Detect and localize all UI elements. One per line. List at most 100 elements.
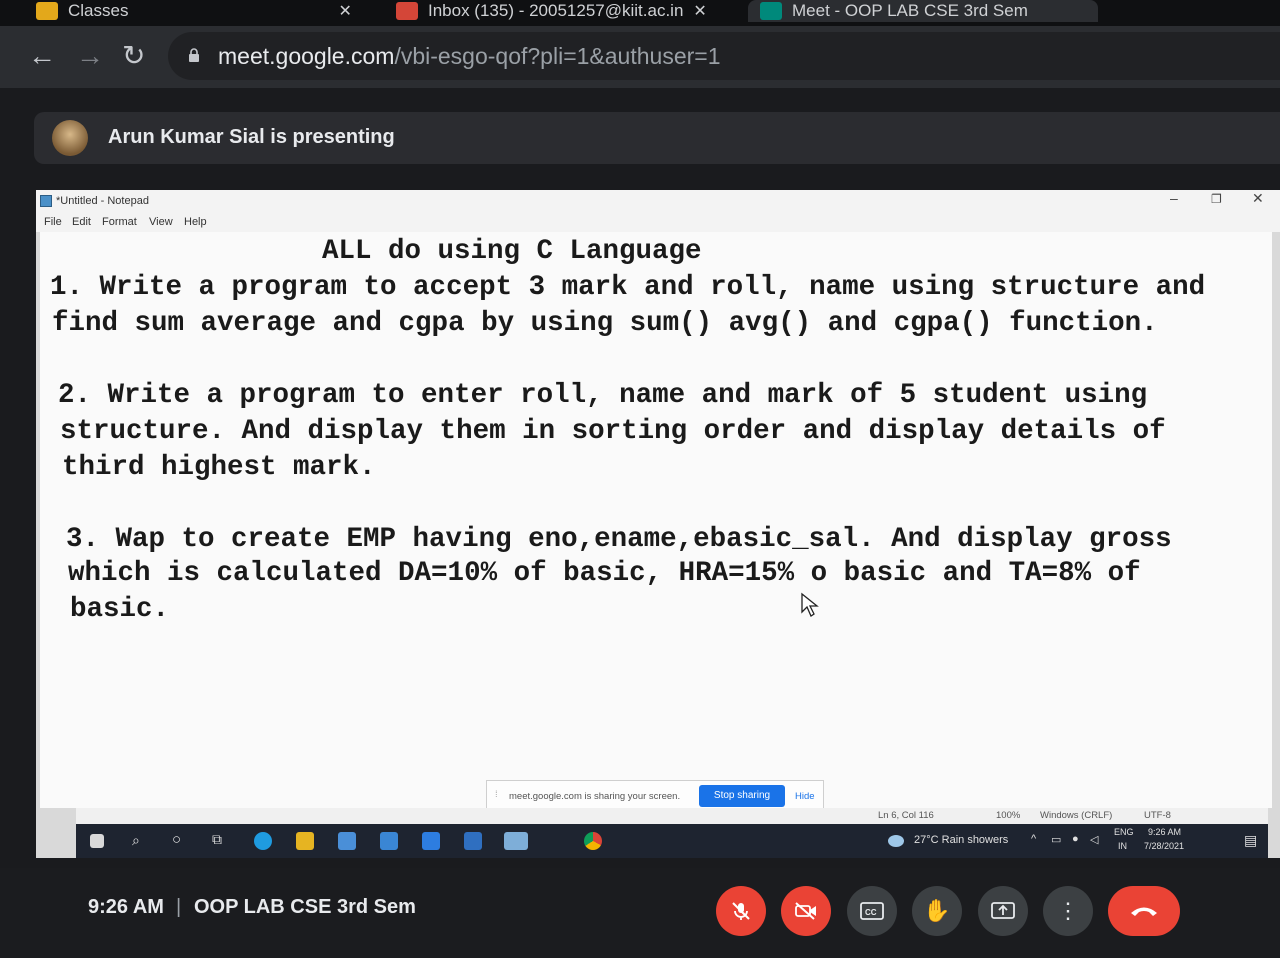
more-vert-icon: ⋮ <box>1057 898 1079 923</box>
tray-expand-icon[interactable]: ^ <box>1031 833 1036 845</box>
tab-label: Inbox (135) - 20051257@kiit.ac.in <box>428 1 684 20</box>
text-line: 3. Wap to create EMP having eno,ename,eb… <box>66 524 1172 555</box>
task-view-icon[interactable]: ⧉ <box>212 831 222 848</box>
notepad-statusbar: Ln 6, Col 116 100% Windows (CRLF) UTF-8 <box>76 808 1268 824</box>
shared-screen: *Untitled - Notepad – ❐ ✕ File Edit Form… <box>36 190 1280 858</box>
tab-meet[interactable]: Meet - OOP LAB CSE 3rd Sem <box>748 0 1098 22</box>
close-tab-icon[interactable]: ✕ <box>693 1 706 21</box>
weather-icon[interactable] <box>888 835 904 847</box>
zoom-level: 100% <box>996 810 1021 821</box>
windows-start-icon[interactable] <box>90 834 104 848</box>
search-icon[interactable]: ⌕ <box>132 832 140 849</box>
tray-time[interactable]: 9:26 AM <box>1148 827 1181 837</box>
hide-button[interactable]: Hide <box>795 791 815 802</box>
more-options-button[interactable]: ⋮ <box>1043 886 1093 936</box>
calendar-icon[interactable] <box>422 832 440 850</box>
camera-off-button[interactable] <box>781 886 831 936</box>
text-line: third highest mark. <box>62 452 376 483</box>
hang-up-icon <box>1131 907 1157 916</box>
chrome-icon[interactable] <box>584 832 602 850</box>
classroom-icon <box>36 2 58 20</box>
meeting-name: OOP LAB CSE 3rd Sem <box>194 896 416 918</box>
gmail-icon <box>396 2 418 20</box>
text-line: basic. <box>70 594 170 625</box>
captions-icon: CC <box>860 902 884 920</box>
text-line: 2. Write a program to enter roll, name a… <box>58 380 1148 411</box>
menu-edit[interactable]: Edit <box>72 216 91 228</box>
tray-date[interactable]: 7/28/2021 <box>1144 841 1184 851</box>
menu-file[interactable]: File <box>44 216 62 228</box>
share-message: meet.google.com is sharing your screen. <box>509 791 681 802</box>
volume-icon[interactable]: ◁ <box>1090 833 1098 846</box>
meet-icon <box>760 2 782 20</box>
file-explorer-icon[interactable] <box>296 832 314 850</box>
tab-classes[interactable]: Classes ✕ <box>36 0 352 22</box>
present-screen-icon <box>991 902 1015 919</box>
meeting-time: 9:26 AM <box>88 896 164 918</box>
language-code[interactable]: ENG <box>1114 827 1134 837</box>
raise-hand-button[interactable]: ✋ <box>912 886 962 936</box>
svg-text:CC: CC <box>865 908 877 917</box>
app-icon[interactable] <box>464 832 482 850</box>
url-path: /vbi-esgo-qof?pli=1&authuser=1 <box>394 43 721 69</box>
close-tab-icon[interactable]: ✕ <box>338 1 351 21</box>
text-line: structure. And display them in sorting o… <box>60 416 1166 447</box>
store-icon[interactable] <box>338 832 356 850</box>
notepad-title: *Untitled - Notepad <box>56 195 149 207</box>
cortana-icon[interactable]: ○ <box>172 831 181 848</box>
microphone-icon[interactable]: ● <box>1072 833 1079 845</box>
camera-off-icon <box>795 902 816 920</box>
language-region[interactable]: IN <box>1118 841 1127 851</box>
divider: | <box>176 896 182 918</box>
tab-label: Meet - OOP LAB CSE 3rd Sem <box>792 1 1028 20</box>
menu-view[interactable]: View <box>149 216 173 228</box>
notepad-titlebar: *Untitled - Notepad – ❐ ✕ <box>36 190 1280 212</box>
encoding: UTF-8 <box>1144 810 1171 821</box>
browser-tab-strip: Classes ✕ Inbox (135) - 20051257@kiit.ac… <box>0 0 1280 26</box>
cursor-position: Ln 6, Col 116 <box>878 810 934 821</box>
menu-help[interactable]: Help <box>184 216 207 228</box>
mail-icon[interactable] <box>380 832 398 850</box>
back-icon[interactable]: ← <box>28 40 56 72</box>
edge-icon[interactable] <box>254 832 272 850</box>
meet-control-bar: 9:26 AM | OOP LAB CSE 3rd Sem CC ✋ ⋮ <box>0 868 1280 958</box>
present-now-button[interactable] <box>978 886 1028 936</box>
text-line: find sum average and cgpa by using sum()… <box>52 308 1158 339</box>
hand-icon: ✋ <box>923 898 951 923</box>
presenter-text: Arun Kumar Sial is presenting <box>108 126 395 148</box>
browser-toolbar: ← → ↻ meet.google.com/vbi-esgo-qof?pli=1… <box>0 26 1280 88</box>
menu-format[interactable]: Format <box>102 216 137 228</box>
leave-call-button[interactable] <box>1108 886 1180 936</box>
minimize-icon[interactable]: – <box>1170 190 1178 206</box>
network-icon[interactable]: ▭ <box>1051 833 1061 846</box>
stop-sharing-button[interactable]: Stop sharing <box>699 785 785 807</box>
text-line: 1. Write a program to accept 3 mark and … <box>50 272 1206 303</box>
mouse-pointer-icon <box>801 592 819 617</box>
text-line: ALL do using C Language <box>322 236 702 267</box>
maximize-icon[interactable]: ❐ <box>1211 192 1222 206</box>
windows-taskbar: ⌕ ○ ⧉ 27°C Rain showers ^ ▭ ● ◁ ENG IN 9… <box>76 824 1268 858</box>
microphone-off-button[interactable] <box>716 886 766 936</box>
avatar <box>52 120 88 156</box>
notifications-icon[interactable]: ▤ <box>1244 832 1257 849</box>
captions-button[interactable]: CC <box>847 886 897 936</box>
lock-icon <box>189 48 199 62</box>
url-text: meet.google.com/vbi-esgo-qof?pli=1&authu… <box>218 43 721 70</box>
notepad-menubar: File Edit Format View Help <box>36 212 1280 232</box>
notepad-taskbar-icon[interactable] <box>504 832 528 850</box>
tab-inbox[interactable]: Inbox (135) - 20051257@kiit.ac.in ✕ <box>396 0 707 22</box>
notepad-icon <box>40 195 52 207</box>
tab-label: Classes <box>68 1 129 20</box>
close-icon[interactable]: ✕ <box>1252 190 1264 207</box>
notepad-text-area[interactable]: ALL do using C Language 1. Write a progr… <box>40 232 1272 808</box>
drag-handle-icon[interactable]: ⁞ <box>495 789 498 800</box>
reload-icon[interactable]: ↻ <box>122 40 145 72</box>
presenter-banner: Arun Kumar Sial is presenting <box>34 112 1280 164</box>
url-host: meet.google.com <box>218 43 395 69</box>
forward-icon[interactable]: → <box>76 40 104 72</box>
line-ending: Windows (CRLF) <box>1040 810 1113 821</box>
address-bar[interactable]: meet.google.com/vbi-esgo-qof?pli=1&authu… <box>168 32 1280 80</box>
text-line: which is calculated DA=10% of basic, HRA… <box>68 558 1141 589</box>
mic-off-icon <box>732 902 750 920</box>
weather-text[interactable]: 27°C Rain showers <box>914 834 1008 846</box>
